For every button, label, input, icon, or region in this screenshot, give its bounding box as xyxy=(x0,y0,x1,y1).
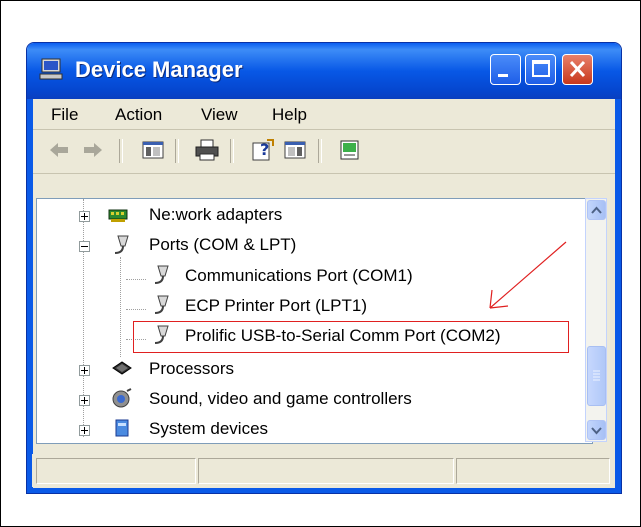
menu-bar: File Action View Help xyxy=(33,99,615,129)
annotation-arrow xyxy=(489,241,567,309)
title-bar[interactable]: Device Manager xyxy=(27,43,621,99)
chevron-up-icon xyxy=(591,206,602,214)
minimize-icon xyxy=(498,74,508,77)
svg-text:?: ? xyxy=(260,140,269,159)
pane-icon[interactable] xyxy=(283,139,307,161)
network-icon xyxy=(108,209,128,222)
toolbar-separator xyxy=(318,139,322,163)
maximize-icon xyxy=(532,60,550,77)
minimize-button[interactable] xyxy=(490,54,521,85)
system-icon xyxy=(115,419,129,437)
tree-connector xyxy=(126,309,146,311)
tree-item-network-adapters[interactable]: Ne:work adapters xyxy=(149,205,282,225)
computer-icon xyxy=(39,58,63,80)
status-pane xyxy=(456,458,610,484)
menu-separator xyxy=(33,129,615,130)
menu-action[interactable]: Action xyxy=(115,105,162,125)
close-button[interactable] xyxy=(562,54,593,85)
port-icon xyxy=(114,235,129,254)
scroll-thumb[interactable] xyxy=(587,346,606,406)
menu-file[interactable]: File xyxy=(51,105,78,125)
maximize-button[interactable] xyxy=(525,54,556,85)
expand-sound-button[interactable] xyxy=(79,395,90,406)
window-border-bottom xyxy=(27,488,621,493)
tree-connector xyxy=(126,279,146,281)
tree-item-processors[interactable]: Processors xyxy=(149,359,234,379)
tree-item-lpt1[interactable]: ECP Printer Port (LPT1) xyxy=(185,296,367,316)
tree-item-sound[interactable]: Sound, video and game controllers xyxy=(149,389,412,409)
forward-icon[interactable] xyxy=(81,139,105,161)
port-icon xyxy=(154,265,169,284)
back-icon[interactable] xyxy=(47,139,71,161)
scroll-down-button[interactable] xyxy=(587,420,606,440)
processor-icon xyxy=(112,361,132,375)
toolbar-separator xyxy=(175,139,179,163)
window-title: Device Manager xyxy=(75,57,243,82)
tree-connector xyxy=(120,257,122,357)
print-icon[interactable] xyxy=(195,139,219,161)
highlight-box xyxy=(133,321,569,353)
grip-icon xyxy=(593,370,600,381)
tree-item-system-devices[interactable]: System devices xyxy=(149,419,268,439)
window-border-right xyxy=(615,99,621,493)
collapse-ports-button[interactable] xyxy=(79,241,90,252)
scan-hardware-icon[interactable] xyxy=(338,139,362,161)
status-bar xyxy=(32,454,614,487)
expand-network-button[interactable] xyxy=(79,211,90,222)
vertical-scrollbar[interactable] xyxy=(585,198,607,442)
sound-icon xyxy=(112,388,132,408)
show-hide-tree-icon[interactable] xyxy=(141,139,165,161)
toolbar-separator xyxy=(119,139,123,163)
toolbar: ? xyxy=(33,131,615,171)
toolbar-separator xyxy=(230,139,234,163)
toolbar-separator-line xyxy=(33,173,615,174)
menu-help[interactable]: Help xyxy=(272,105,307,125)
tree-item-com1[interactable]: Communications Port (COM1) xyxy=(185,266,413,286)
expand-system-button[interactable] xyxy=(79,425,90,436)
status-pane xyxy=(198,458,454,484)
menu-view[interactable]: View xyxy=(201,105,238,125)
chevron-down-icon xyxy=(591,427,602,435)
port-icon xyxy=(154,295,169,314)
scroll-up-button[interactable] xyxy=(587,200,606,220)
tree-item-ports[interactable]: Ports (COM & LPT) xyxy=(149,235,296,255)
close-icon xyxy=(569,60,586,78)
properties-help-icon[interactable]: ? xyxy=(251,139,275,161)
expand-processors-button[interactable] xyxy=(79,365,90,376)
status-pane xyxy=(36,458,196,484)
